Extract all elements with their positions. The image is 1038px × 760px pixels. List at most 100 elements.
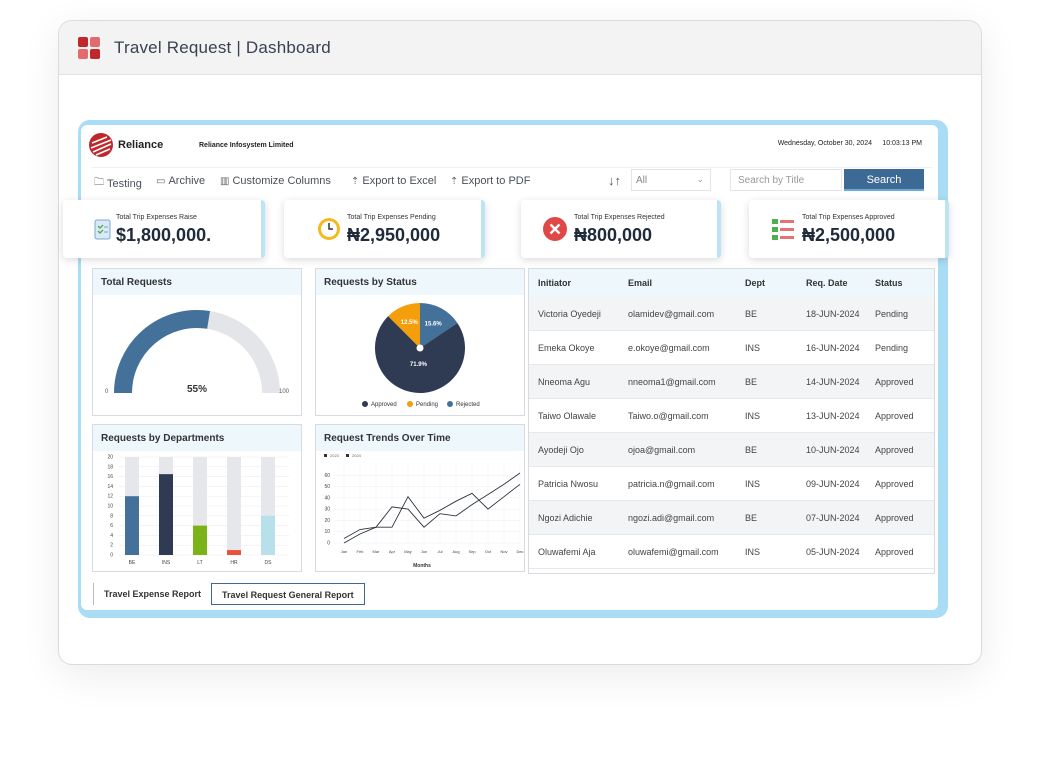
x-axis-label: Months xyxy=(413,563,431,569)
email-cell: ngozi.adi@gmail.com xyxy=(619,500,736,535)
sort-icon[interactable]: ↓↑ xyxy=(608,173,621,188)
archive-button[interactable]: ▭ Archive xyxy=(156,175,205,187)
x-tick-label: Nov xyxy=(500,549,507,554)
app-title: Travel Request | Dashboard xyxy=(114,37,331,57)
column-header[interactable]: Req. Date xyxy=(797,269,866,297)
status-filter-select[interactable]: All ⌄ xyxy=(631,169,711,191)
date-cell: 16-JUN-2024 xyxy=(797,330,866,365)
x-tick-label: Jul xyxy=(437,549,442,554)
checklist-icon xyxy=(772,219,794,240)
initiator-cell: Patricia Nwosu xyxy=(529,466,619,501)
customize-columns-label: Customize Columns xyxy=(232,175,331,187)
stat-value: $1,800,000. xyxy=(116,225,212,245)
pie-label-approved: 71.9% xyxy=(410,362,428,368)
toolbar: 🗀 Testing ▭ Archive ▥ Customize Columns … xyxy=(92,167,932,196)
y-tick-label: 60 xyxy=(324,473,330,479)
y-tick-label: 0 xyxy=(327,541,330,547)
email-cell: oluwafemi@gmail.com xyxy=(619,534,736,569)
email-cell: ojoa@gmail.com xyxy=(619,432,736,467)
legend-approved: Approved xyxy=(371,402,397,408)
bar-lt[interactable] xyxy=(193,525,207,555)
table-row[interactable]: Patricia Nwosu patricia.n@gmail.com INS 09-… xyxy=(529,466,934,501)
status-cell: Pending xyxy=(866,330,934,365)
table-row[interactable]: Taiwo Olawale Taiwo.o@gmail.com INS 13-JUN-… xyxy=(529,398,934,433)
table-row[interactable]: Oluwafemi Aja oluwafemi@gmail.com INS 05-JU… xyxy=(529,534,934,569)
table-row[interactable]: Victoria Oyedeji olamidev@gmail.com BE 18-J… xyxy=(529,297,934,331)
tab-travel-expense-report[interactable]: Travel Expense Report xyxy=(93,583,211,605)
bar-ds[interactable] xyxy=(261,515,275,555)
export-pdf-label: Export to PDF xyxy=(461,175,531,187)
stat-label: Total Trip Expenses Raise xyxy=(116,214,197,221)
y-tick-label: 50 xyxy=(324,484,330,490)
export-pdf-button[interactable]: ⇡ Export to PDF xyxy=(450,175,530,187)
stat-value: ₦2,500,000 xyxy=(802,225,896,245)
initiator-cell: Ayodeji Ojo xyxy=(529,432,619,467)
dept-cell: BE xyxy=(736,297,797,331)
table-row[interactable]: Ngozi Adichie ngozi.adi@gmail.com BE 07-JUN… xyxy=(529,500,934,535)
table-row[interactable]: Emeka Okoye e.okoye@gmail.com INS 16-JUN-20… xyxy=(529,330,934,365)
stat-label: Total Trip Expenses Rejected xyxy=(574,214,665,221)
status-cell: Approved xyxy=(866,398,934,433)
customize-columns-button[interactable]: ▥ Customize Columns xyxy=(220,175,331,187)
clock-icon xyxy=(318,218,340,240)
bar-ins[interactable] xyxy=(159,474,173,555)
initiator-cell: Nneoma Agu xyxy=(529,364,619,399)
chart-title: Total Requests xyxy=(93,269,301,295)
upload-icon: ⇡ xyxy=(351,175,360,187)
status-pie-chart: Requests by Status 15.6% 71.9% 12.5% Appro… xyxy=(315,268,525,416)
x-tick-label: Dec xyxy=(516,549,523,554)
legend-2023: 2023 xyxy=(330,453,340,458)
y-tick-label: 40 xyxy=(324,495,330,501)
column-header[interactable]: Status xyxy=(866,269,934,297)
x-tick-label: BE xyxy=(129,560,136,566)
dept-cell: INS xyxy=(736,330,797,365)
date-cell: 13-JUN-2024 xyxy=(797,398,866,433)
dept-cell: BE xyxy=(736,432,797,467)
bar-background xyxy=(227,457,241,555)
legend-swatch-2023 xyxy=(324,454,327,457)
email-cell: e.okoye@gmail.com xyxy=(619,330,736,365)
y-tick-label: 30 xyxy=(324,507,330,513)
gauge-svg: 0 100 55% xyxy=(105,310,290,395)
search-button[interactable]: Search xyxy=(844,169,924,191)
date-cell: 10-JUN-2024 xyxy=(797,432,866,467)
series-line-2023[interactable] xyxy=(343,483,521,539)
y-tick-label: 18 xyxy=(107,464,113,470)
export-excel-label: Export to Excel xyxy=(362,175,437,187)
title-bar: Travel Request | Dashboard xyxy=(59,21,981,75)
export-excel-button[interactable]: ⇡ Export to Excel xyxy=(351,175,436,187)
search-input[interactable]: Search by Title xyxy=(730,169,842,191)
bar-hr[interactable] xyxy=(227,550,241,555)
testing-button[interactable]: 🗀 Testing xyxy=(94,175,142,192)
stat-label: Total Trip Expenses Pending xyxy=(347,214,436,221)
pie-svg: 15.6% 71.9% 12.5% Approved Pending Rejecte… xyxy=(362,303,480,408)
current-time: 10:03:13 PM xyxy=(882,140,922,147)
legend-swatch-rejected xyxy=(447,401,453,407)
pie-center-dot xyxy=(416,344,424,352)
report-tabs: Travel Expense Report Travel Request Gen… xyxy=(93,583,365,605)
column-header[interactable]: Dept xyxy=(736,269,797,297)
series-line-2024[interactable] xyxy=(343,472,521,544)
initiator-cell: Ngozi Adichie xyxy=(529,500,619,535)
dept-cell: INS xyxy=(736,398,797,433)
pie-label-rejected: 15.6% xyxy=(425,321,443,327)
y-tick-label: 20 xyxy=(107,455,113,461)
dept-cell: INS xyxy=(736,466,797,501)
email-cell: patricia.n@gmail.com xyxy=(619,466,736,501)
x-tick-label: Jan xyxy=(341,549,347,554)
dept-cell: BE xyxy=(736,364,797,399)
x-tick-label: LT xyxy=(197,560,202,566)
legend-swatch-2024 xyxy=(346,454,349,457)
dept-cell: INS xyxy=(736,534,797,569)
initiator-cell: Taiwo Olawale xyxy=(529,398,619,433)
x-tick-label: Jun xyxy=(421,549,427,554)
y-tick-label: 20 xyxy=(324,518,330,524)
table-row[interactable]: Ayodeji Ojo ojoa@gmail.com BE 10-JUN-2024 Ap… xyxy=(529,432,934,467)
column-header[interactable]: Initiator xyxy=(529,269,619,297)
brand: Reliance xyxy=(87,131,163,159)
line-svg: 2023 2024 Months 0 10 20 30 40 50 60 Jan Feb Mar A… xyxy=(324,453,524,569)
tab-travel-request-general-report[interactable]: Travel Request General Report xyxy=(211,583,365,605)
table-row[interactable]: Nneoma Agu nneoma1@gmail.com BE 14-JUN-2024… xyxy=(529,364,934,399)
bar-be[interactable] xyxy=(125,496,139,555)
column-header[interactable]: Email xyxy=(619,269,736,297)
